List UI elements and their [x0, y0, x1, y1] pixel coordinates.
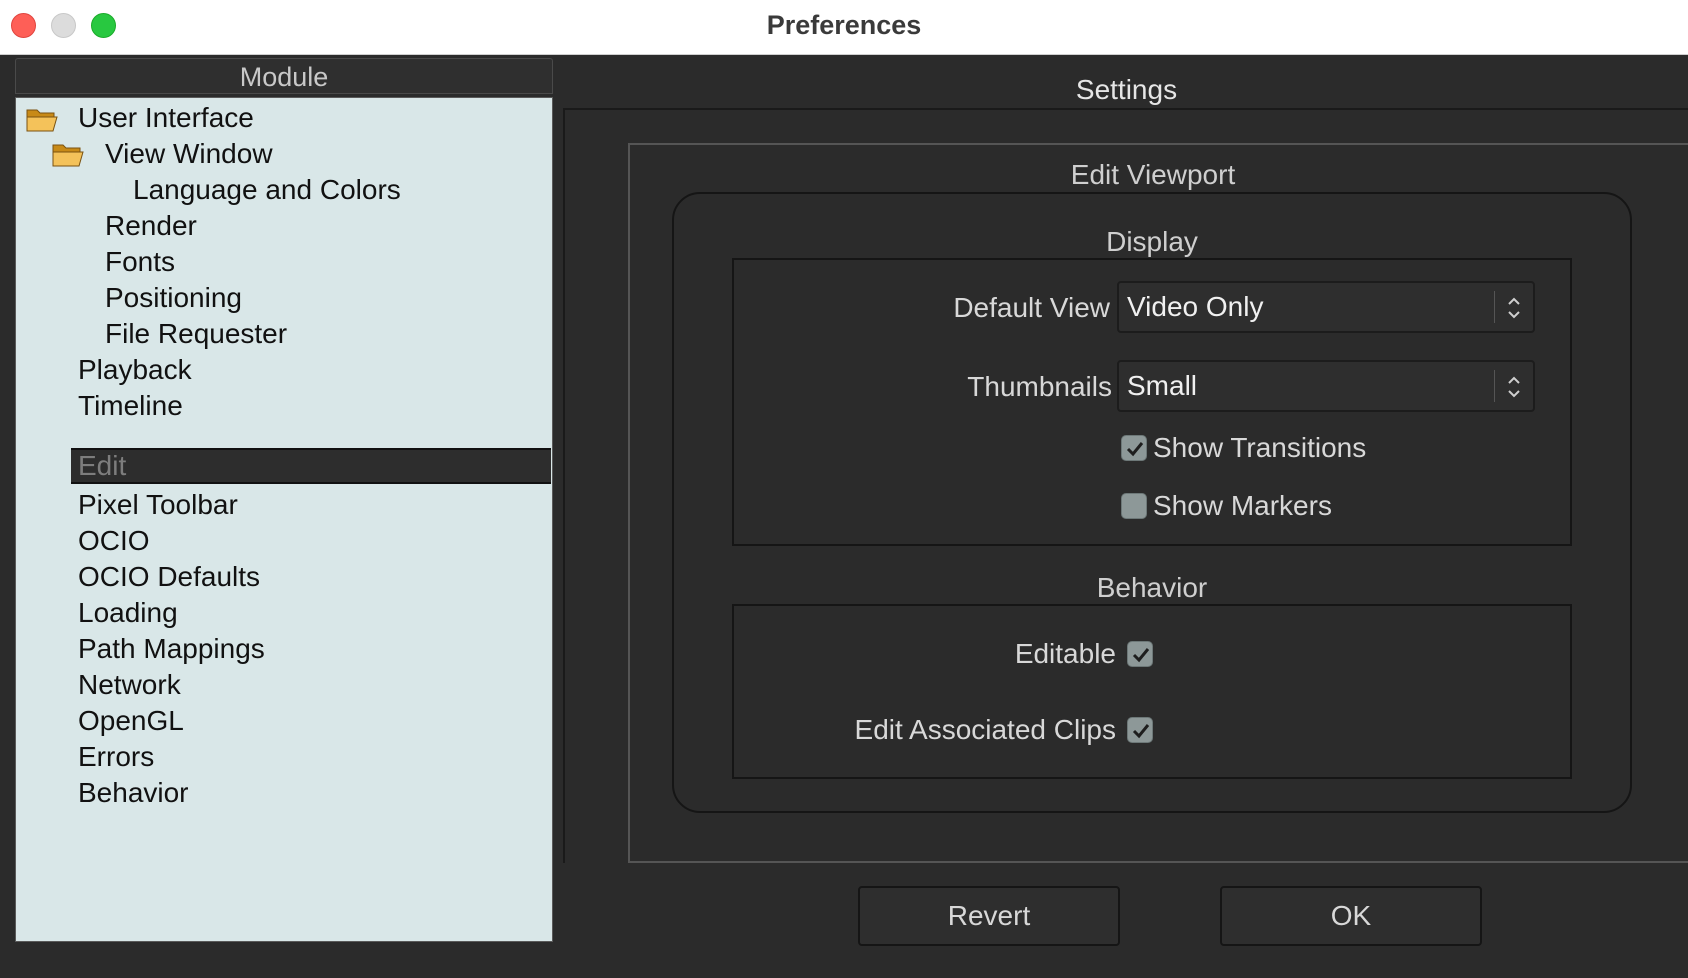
behavior-group-box: [732, 604, 1572, 779]
tree-item-playback[interactable]: Playback: [78, 352, 192, 388]
show-transitions-label: Show Transitions: [1153, 432, 1367, 463]
tree-item-path-mappings[interactable]: Path Mappings: [78, 631, 265, 667]
tree-item-language-and-colors[interactable]: Language and Colors: [133, 172, 401, 208]
tree-item-loading[interactable]: Loading: [78, 595, 178, 631]
display-section-title: Display: [1106, 226, 1198, 257]
checkmark-icon: [1132, 724, 1150, 739]
title-bar: Preferences: [0, 0, 1688, 55]
folder-open-icon: [26, 109, 58, 132]
behavior-section-title: Behavior: [1096, 572, 1208, 603]
default-view-label: Default View: [953, 292, 1110, 323]
show-transitions-checkbox[interactable]: [1121, 435, 1147, 461]
show-markers-checkbox[interactable]: [1121, 493, 1147, 519]
tree-item-timeline[interactable]: Timeline: [78, 388, 183, 424]
checkmark-icon: [1132, 648, 1150, 663]
page-title: Edit Viewport: [1070, 159, 1236, 190]
show-markers-label: Show Markers: [1153, 490, 1332, 521]
tree-item-pixel-toolbar[interactable]: Pixel Toolbar: [78, 487, 238, 523]
ok-button[interactable]: OK: [1220, 886, 1482, 946]
tree-item-positioning[interactable]: Positioning: [105, 280, 242, 316]
tree-item-ocio-defaults[interactable]: OCIO Defaults: [78, 559, 260, 595]
dropdown-separator: [1494, 370, 1495, 402]
default-view-dropdown[interactable]: Video Only: [1117, 281, 1535, 333]
thumbnails-label: Thumbnails: [967, 371, 1112, 402]
editable-checkbox[interactable]: [1127, 641, 1153, 667]
tree-item-user-interface[interactable]: User Interface: [78, 100, 254, 136]
tree-item-opengl[interactable]: OpenGL: [78, 703, 184, 739]
tree-item-network[interactable]: Network: [78, 667, 181, 703]
folder-open-icon: [52, 144, 84, 167]
thumbnails-dropdown[interactable]: Small: [1117, 360, 1535, 412]
updown-arrows-icon: [1508, 376, 1520, 398]
tree-item-file-requester[interactable]: File Requester: [105, 316, 287, 352]
edit-associated-clips-label: Edit Associated Clips: [854, 714, 1116, 745]
checkmark-icon: [1126, 442, 1144, 457]
window-title: Preferences: [766, 10, 922, 40]
tree-item-view-window[interactable]: View Window: [105, 136, 273, 172]
revert-button[interactable]: Revert: [858, 886, 1120, 946]
tree-item-fonts[interactable]: Fonts: [105, 244, 175, 280]
thumbnails-value: Small: [1127, 370, 1198, 401]
settings-title: Settings: [1075, 74, 1178, 105]
tree-item-edit[interactable]: Edit: [71, 448, 551, 484]
editable-label: Editable: [1014, 638, 1116, 669]
module-tree[interactable]: User Interface View Window Language and …: [15, 97, 553, 942]
updown-arrows-icon: [1508, 297, 1520, 319]
module-header: Module: [15, 58, 553, 94]
edit-associated-clips-checkbox[interactable]: [1127, 717, 1153, 743]
tree-item-behavior[interactable]: Behavior: [78, 775, 189, 811]
tree-item-ocio[interactable]: OCIO: [78, 523, 150, 559]
default-view-value: Video Only: [1127, 291, 1264, 322]
tree-item-errors[interactable]: Errors: [78, 739, 154, 775]
dropdown-separator: [1494, 291, 1495, 323]
tree-item-render[interactable]: Render: [105, 208, 197, 244]
